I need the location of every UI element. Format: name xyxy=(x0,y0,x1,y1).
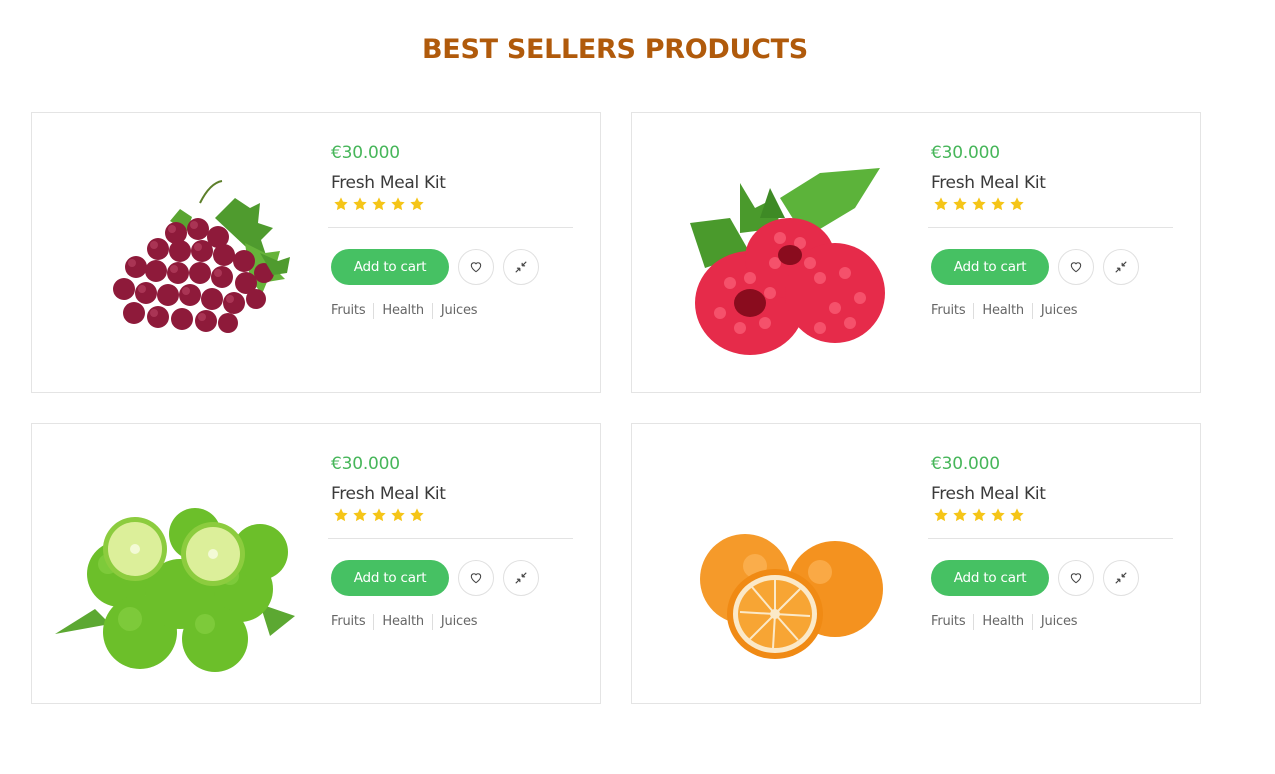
product-image-oranges[interactable] xyxy=(650,454,910,674)
product-name[interactable]: Fresh Meal Kit xyxy=(931,484,1176,506)
divider xyxy=(328,227,573,228)
product-price: €30.000 xyxy=(931,143,1000,163)
tag-link[interactable]: Juices xyxy=(431,614,485,630)
tag-link[interactable]: Health xyxy=(973,303,1032,319)
heart-icon xyxy=(1070,262,1082,273)
divider xyxy=(928,227,1173,228)
product-price: €30.000 xyxy=(331,454,400,474)
star-icon xyxy=(953,197,967,211)
star-icon xyxy=(410,197,424,211)
tag-link[interactable]: Juices xyxy=(431,303,485,319)
heart-icon xyxy=(1070,573,1082,584)
product-price: €30.000 xyxy=(331,143,400,163)
product-image-raspberries[interactable] xyxy=(650,143,910,363)
rating-stars xyxy=(331,507,576,525)
star-icon xyxy=(372,508,386,522)
wishlist-button[interactable] xyxy=(458,249,494,285)
star-icon xyxy=(334,508,348,522)
product-name[interactable]: Fresh Meal Kit xyxy=(331,484,576,506)
add-to-cart-button[interactable]: Add to cart xyxy=(931,249,1049,285)
section-title: BEST SELLERS PRODUCTS xyxy=(422,34,808,65)
tag-link[interactable]: Fruits xyxy=(931,303,973,319)
product-tags: Fruits Health Juices xyxy=(931,613,1176,631)
rating-stars xyxy=(931,507,1176,525)
product-image-grapes[interactable] xyxy=(50,143,310,363)
tag-link[interactable]: Health xyxy=(373,303,432,319)
star-icon xyxy=(991,508,1005,522)
tag-link[interactable]: Fruits xyxy=(931,614,973,630)
tag-link[interactable]: Juices xyxy=(1031,614,1085,630)
product-card: €30.000 Fresh Meal Kit Add to cart Fruit… xyxy=(31,423,601,704)
add-to-cart-button[interactable]: Add to cart xyxy=(931,560,1049,596)
star-icon xyxy=(353,197,367,211)
heart-icon xyxy=(470,262,482,273)
star-icon xyxy=(934,508,948,522)
wishlist-button[interactable] xyxy=(458,560,494,596)
star-icon xyxy=(334,197,348,211)
divider xyxy=(328,538,573,539)
star-icon xyxy=(372,197,386,211)
heart-icon xyxy=(470,573,482,584)
tag-link[interactable]: Fruits xyxy=(331,614,373,630)
product-price: €30.000 xyxy=(931,454,1000,474)
product-tags: Fruits Health Juices xyxy=(331,613,576,631)
compress-arrows-icon xyxy=(515,572,527,584)
star-icon xyxy=(1010,197,1024,211)
star-icon xyxy=(953,508,967,522)
star-icon xyxy=(991,197,1005,211)
compress-arrows-icon xyxy=(1115,261,1127,273)
star-icon xyxy=(972,508,986,522)
star-icon xyxy=(972,197,986,211)
tag-link[interactable]: Fruits xyxy=(331,303,373,319)
tag-link[interactable]: Health xyxy=(373,614,432,630)
star-icon xyxy=(353,508,367,522)
compare-button[interactable] xyxy=(503,249,539,285)
compare-button[interactable] xyxy=(503,560,539,596)
product-name[interactable]: Fresh Meal Kit xyxy=(931,173,1176,195)
star-icon xyxy=(410,508,424,522)
star-icon xyxy=(934,197,948,211)
divider xyxy=(928,538,1173,539)
rating-stars xyxy=(331,196,576,214)
tag-link[interactable]: Juices xyxy=(1031,303,1085,319)
add-to-cart-button[interactable]: Add to cart xyxy=(331,560,449,596)
compare-button[interactable] xyxy=(1103,560,1139,596)
star-icon xyxy=(391,197,405,211)
tag-link[interactable]: Health xyxy=(973,614,1032,630)
compress-arrows-icon xyxy=(1115,572,1127,584)
product-name[interactable]: Fresh Meal Kit xyxy=(331,173,576,195)
product-tags: Fruits Health Juices xyxy=(331,302,576,320)
star-icon xyxy=(1010,508,1024,522)
add-to-cart-button[interactable]: Add to cart xyxy=(331,249,449,285)
wishlist-button[interactable] xyxy=(1058,560,1094,596)
wishlist-button[interactable] xyxy=(1058,249,1094,285)
product-tags: Fruits Health Juices xyxy=(931,302,1176,320)
rating-stars xyxy=(931,196,1176,214)
product-card: €30.000 Fresh Meal Kit Add to cart Fruit… xyxy=(631,112,1201,393)
product-image-limes[interactable] xyxy=(50,454,310,674)
product-card: €30.000 Fresh Meal Kit Add to cart Fruit… xyxy=(631,423,1201,704)
compress-arrows-icon xyxy=(515,261,527,273)
product-card: €30.000 Fresh Meal Kit Add to cart Fruit… xyxy=(31,112,601,393)
compare-button[interactable] xyxy=(1103,249,1139,285)
star-icon xyxy=(391,508,405,522)
